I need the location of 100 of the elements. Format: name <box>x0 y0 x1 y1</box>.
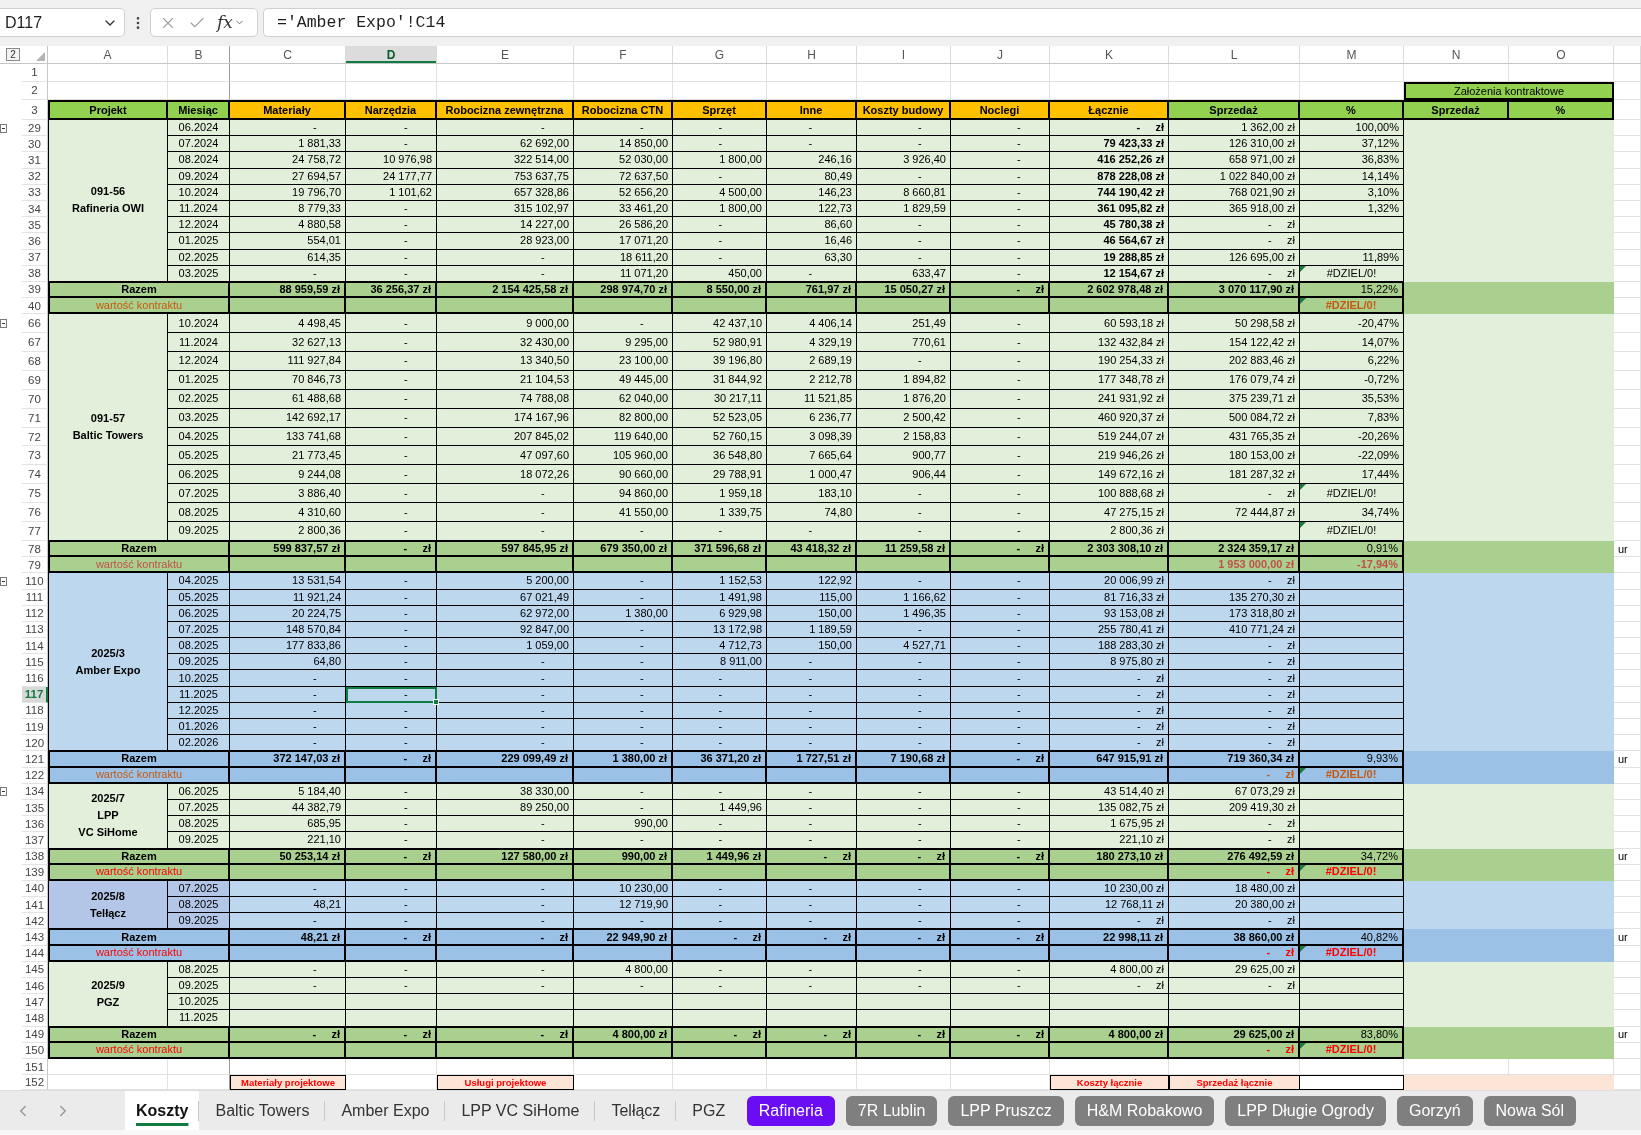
collapse-icon[interactable] <box>0 576 7 586</box>
row-header[interactable]: 146 <box>22 978 48 995</box>
sheet-tab[interactable]: Gorzyń <box>1396 1095 1473 1126</box>
row-header[interactable]: 114 <box>22 638 48 655</box>
table-cell: - <box>673 670 767 687</box>
column-header[interactable]: D <box>346 46 437 63</box>
row-header[interactable]: 110 <box>22 573 48 590</box>
sheet-tab[interactable]: PGZ <box>676 1091 742 1130</box>
row-header[interactable]: 31 <box>22 152 48 169</box>
row-header[interactable]: 115 <box>22 654 48 671</box>
table-cell: 251,49 <box>857 314 951 334</box>
table-cell: 48,21 zł <box>230 929 346 946</box>
sheet-tab[interactable]: LPP Pruszcz <box>948 1095 1064 1126</box>
table-cell: - <box>437 484 574 504</box>
sheet-tab[interactable]: Telłącz <box>595 1091 677 1130</box>
table-cell: - <box>574 832 673 849</box>
table-cell: - <box>951 719 1050 736</box>
row-header[interactable]: 148 <box>22 1010 48 1027</box>
table-cell: - <box>346 314 437 334</box>
table-cell: 79 423,33 zł <box>1050 136 1169 153</box>
row-header[interactable]: 116 <box>22 670 48 687</box>
table-cell: - <box>767 816 857 833</box>
sheet-tab[interactable]: Nowa Sól <box>1483 1095 1577 1126</box>
name-box[interactable]: D117 <box>0 8 125 37</box>
table-cell: - <box>857 233 951 250</box>
collapse-icon[interactable] <box>0 787 7 797</box>
table-cell: 28 923,00 <box>437 233 574 250</box>
row-header[interactable]: 76 <box>22 503 48 523</box>
row-header[interactable]: 121 <box>22 751 48 768</box>
row-header[interactable]: 141 <box>22 897 48 914</box>
row-header[interactable]: 1 <box>22 64 48 82</box>
table-cell: 1 675,95 zł <box>1050 816 1169 833</box>
sheet-tab[interactable]: Amber Expo <box>325 1091 446 1130</box>
table-cell: - <box>951 136 1050 153</box>
table-cell: - <box>574 573 673 590</box>
sheet-tab[interactable]: H&M Robakowo <box>1074 1095 1215 1126</box>
table-cell: 20 380,00 zł <box>1169 897 1300 914</box>
table-cell: 06.2025 <box>168 465 230 485</box>
outline-level-button[interactable]: 2 <box>6 48 20 61</box>
table-cell: - <box>951 573 1050 590</box>
table-cell: 14,07% <box>1300 333 1404 353</box>
table-cell: - zł <box>1169 670 1300 687</box>
row-header[interactable]: 77 <box>22 522 48 541</box>
table-cell: - <box>951 120 1050 137</box>
row-header[interactable]: 143 <box>22 929 48 946</box>
table-cell: 36,83% <box>1300 152 1404 169</box>
table-cell: 9 244,08 <box>230 465 346 485</box>
row-header[interactable]: 36 <box>22 233 48 250</box>
table-cell: 26 586,20 <box>574 217 673 234</box>
project-cell: 2025/8 Telłącz <box>48 880 168 930</box>
sheet-tab[interactable]: LPP VC SiHome <box>445 1091 596 1130</box>
sheet-tab[interactable]: Baltic Towers <box>199 1091 326 1130</box>
row-header[interactable]: 35 <box>22 217 48 234</box>
table-cell <box>1614 314 1641 334</box>
table-cell: - <box>767 719 857 736</box>
sheet-tab[interactable]: Koszty <box>125 1091 200 1130</box>
fill-handle[interactable] <box>433 698 439 705</box>
table-cell: - <box>437 832 574 849</box>
table-cell: 7 190,68 zł <box>857 751 951 768</box>
collapse-icon[interactable] <box>0 319 7 329</box>
formula-field[interactable]: ='Amber Expo'!C14 <box>263 8 1641 37</box>
row-header[interactable]: 79 <box>22 557 48 574</box>
column-title: Sprzedaż <box>1169 100 1300 120</box>
row-header[interactable]: 136 <box>22 816 48 833</box>
row-header[interactable]: 152 <box>22 1075 48 1090</box>
table-cell: 554,01 <box>230 233 346 250</box>
table-cell: - zł <box>1169 978 1300 995</box>
sheet-tab[interactable]: 7R Lublin <box>845 1095 938 1126</box>
row-header[interactable]: 142 <box>22 913 48 930</box>
table-cell: 13 531,54 <box>230 573 346 590</box>
row-header[interactable]: 74 <box>22 465 48 485</box>
table-cell: - <box>346 233 437 250</box>
cell-text: #DZIEL/0! <box>1325 866 1377 878</box>
table-cell: - <box>437 522 574 541</box>
row-header[interactable]: 67 <box>22 333 48 353</box>
table-cell: 183,10 <box>767 484 857 504</box>
table-cell: 4 527,71 <box>857 638 951 655</box>
row-header[interactable]: 120 <box>22 735 48 752</box>
table-cell <box>1614 233 1641 250</box>
row-header[interactable]: 147 <box>22 994 48 1011</box>
row-header[interactable]: 137 <box>22 832 48 849</box>
row-header[interactable]: 29 <box>22 120 48 137</box>
row-header[interactable]: 73 <box>22 446 48 466</box>
row-header[interactable]: 66 <box>22 314 48 334</box>
table-cell <box>1614 654 1641 671</box>
table-cell: - <box>673 832 767 849</box>
table-cell: 45 780,38 zł <box>1050 217 1169 234</box>
row-header[interactable]: 119 <box>22 719 48 736</box>
row-header[interactable]: 3 <box>22 100 48 120</box>
row-header[interactable]: 68 <box>22 352 48 371</box>
collapse-icon[interactable] <box>0 123 7 133</box>
table-cell: 10.2025 <box>168 994 230 1011</box>
insert-function-button[interactable]: fx <box>217 14 245 31</box>
sheet-tab[interactable]: Rafineria <box>746 1095 835 1126</box>
table-cell: 1 881,33 <box>230 136 346 153</box>
row-header[interactable]: 75 <box>22 484 48 504</box>
row-header[interactable]: 30 <box>22 136 48 153</box>
sheet-tab[interactable]: LPP Długie Ogrody <box>1225 1095 1386 1126</box>
table-cell: - <box>767 136 857 153</box>
row-header[interactable]: 40 <box>22 298 48 315</box>
